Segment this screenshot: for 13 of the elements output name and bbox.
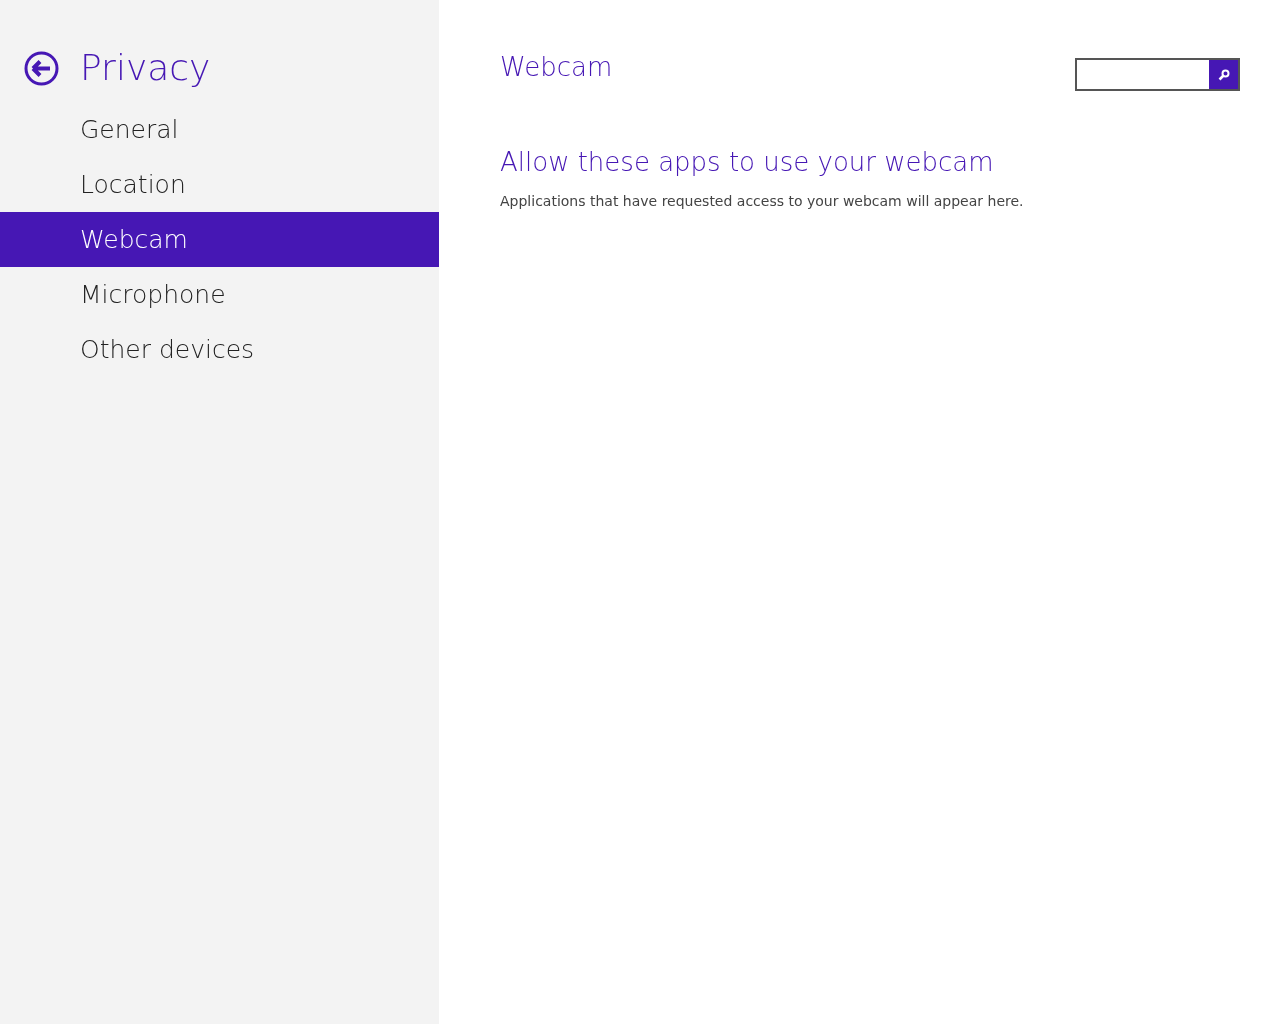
search-button[interactable] xyxy=(1209,60,1238,89)
sidebar-item[interactable]: Microphone xyxy=(0,267,439,322)
back-button[interactable] xyxy=(24,50,59,86)
sidebar-item[interactable]: Location xyxy=(0,157,439,212)
section-title: Webcam xyxy=(500,52,613,82)
section-heading: Allow these apps to use your webcam xyxy=(500,147,995,177)
sidebar-item[interactable]: General xyxy=(0,102,439,157)
page-title: Privacy xyxy=(80,46,211,90)
sidebar-item[interactable]: Other devices xyxy=(0,322,439,377)
description-text: Applications that have requested access to your webcam will appear here. xyxy=(500,193,1025,209)
search-icon xyxy=(1217,68,1230,81)
search-field[interactable] xyxy=(1075,58,1240,91)
sidebar-item[interactable]: Webcam xyxy=(0,212,439,267)
